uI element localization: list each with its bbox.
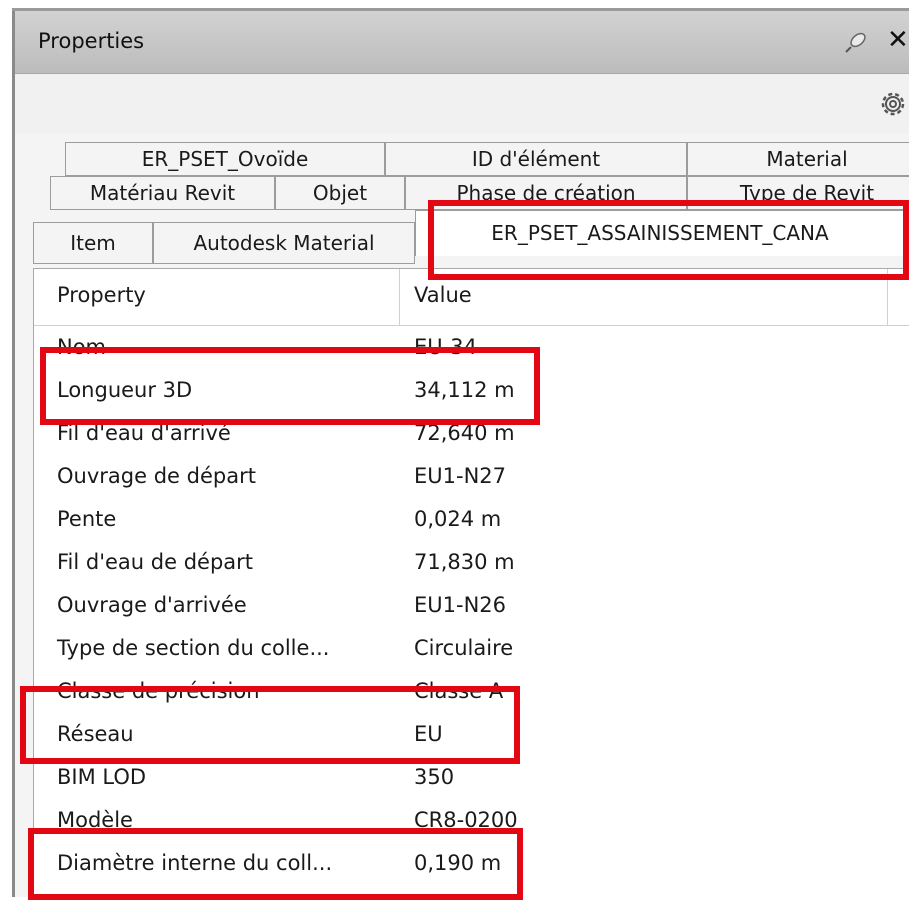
table-row[interactable]: Fil d'eau de départ 71,830 m xyxy=(34,544,909,587)
property-name: BIM LOD xyxy=(57,765,147,789)
property-value: 0,024 m xyxy=(414,507,502,531)
table-row[interactable]: Modèle CR8-0200 xyxy=(34,802,909,845)
property-name: Ouvrage de départ xyxy=(57,464,256,488)
tab-autodesk-material[interactable]: Autodesk Material xyxy=(153,222,415,264)
tab-type-de-revit[interactable]: Type de Revit xyxy=(687,176,909,210)
table-row[interactable]: Longueur 3D 34,112 m xyxy=(34,372,909,415)
table-row[interactable]: Fil d'eau d'arrivé 72,640 m xyxy=(34,415,909,458)
tab-er-pset-assainissement-cana[interactable]: ER_PSET_ASSAINISSEMENT_CANA xyxy=(415,210,905,256)
property-name: Pente xyxy=(57,507,117,531)
properties-content: Property Value Nom EU-34 Longueur 3D 34,… xyxy=(15,268,909,898)
panel-title: Properties xyxy=(38,29,145,53)
property-value: 71,830 m xyxy=(414,550,515,574)
property-name: Réseau xyxy=(57,722,134,746)
property-name: Fil d'eau de départ xyxy=(57,550,254,574)
tab-material[interactable]: Material xyxy=(687,142,909,176)
table-row[interactable]: Réseau EU xyxy=(34,716,909,759)
property-name: Fil d'eau d'arrivé xyxy=(57,421,231,445)
table-row[interactable]: Pente 0,024 m xyxy=(34,501,909,544)
grid-header: Property Value xyxy=(34,269,909,326)
table-row[interactable]: Nom EU-34 xyxy=(34,329,909,372)
property-name: Modèle xyxy=(57,808,133,832)
table-row[interactable]: Type de section du colle... Circulaire xyxy=(34,630,909,673)
property-value: 72,640 m xyxy=(414,421,515,445)
property-value: CR8-0200 xyxy=(414,808,518,832)
close-icon[interactable]: ✕ xyxy=(887,23,909,57)
property-name: Classe de précision xyxy=(57,679,260,703)
pin-icon[interactable] xyxy=(841,27,871,57)
property-value: EU-34 xyxy=(414,335,477,359)
table-row[interactable]: Ouvrage d'arrivée EU1-N26 xyxy=(34,587,909,630)
property-name: Diamètre interne du coll... xyxy=(57,851,333,875)
column-header-value[interactable]: Value xyxy=(414,283,472,307)
property-name: Longueur 3D xyxy=(57,378,193,402)
properties-titlebar[interactable]: Properties ✕ xyxy=(15,11,909,74)
table-row[interactable]: Ouvrage de départ EU1-N27 xyxy=(34,458,909,501)
gear-icon[interactable] xyxy=(877,88,909,120)
tab-phase-de-creation[interactable]: Phase de création xyxy=(405,176,687,210)
table-row[interactable]: Classe de précision Classe A xyxy=(34,673,909,716)
tab-er-pset-ovoide[interactable]: ER_PSET_Ovoïde xyxy=(65,142,385,176)
property-grid: Property Value Nom EU-34 Longueur 3D 34,… xyxy=(33,268,909,898)
property-name: Type de section du colle... xyxy=(57,636,330,660)
column-separator[interactable] xyxy=(887,269,888,325)
property-value: 350 xyxy=(414,765,455,789)
property-value: Classe A xyxy=(414,679,504,703)
property-value: 34,112 m xyxy=(414,378,515,402)
property-name: Ouvrage d'arrivée xyxy=(57,593,247,617)
table-row[interactable]: BIM LOD 350 xyxy=(34,759,909,802)
property-name: Nom xyxy=(57,335,107,359)
column-header-property[interactable]: Property xyxy=(57,283,146,307)
properties-toolbar xyxy=(15,74,909,135)
tab-objet[interactable]: Objet xyxy=(275,176,405,210)
column-separator[interactable] xyxy=(399,269,400,325)
property-value: EU1-N27 xyxy=(414,464,507,488)
tab-materiau-revit[interactable]: Matériau Revit xyxy=(50,176,275,210)
table-row[interactable]: Diamètre interne du coll... 0,190 m xyxy=(34,845,909,888)
tab-id-element[interactable]: ID d'élément xyxy=(385,142,687,176)
property-value: Circulaire xyxy=(414,636,514,660)
property-value: EU xyxy=(414,722,443,746)
property-value: EU1-N26 xyxy=(414,593,507,617)
tab-strip: ER_PSET_Ovoïde ID d'élément Material Mat… xyxy=(15,134,909,268)
tab-item[interactable]: Item xyxy=(33,222,153,264)
property-value: 0,190 m xyxy=(414,851,502,875)
